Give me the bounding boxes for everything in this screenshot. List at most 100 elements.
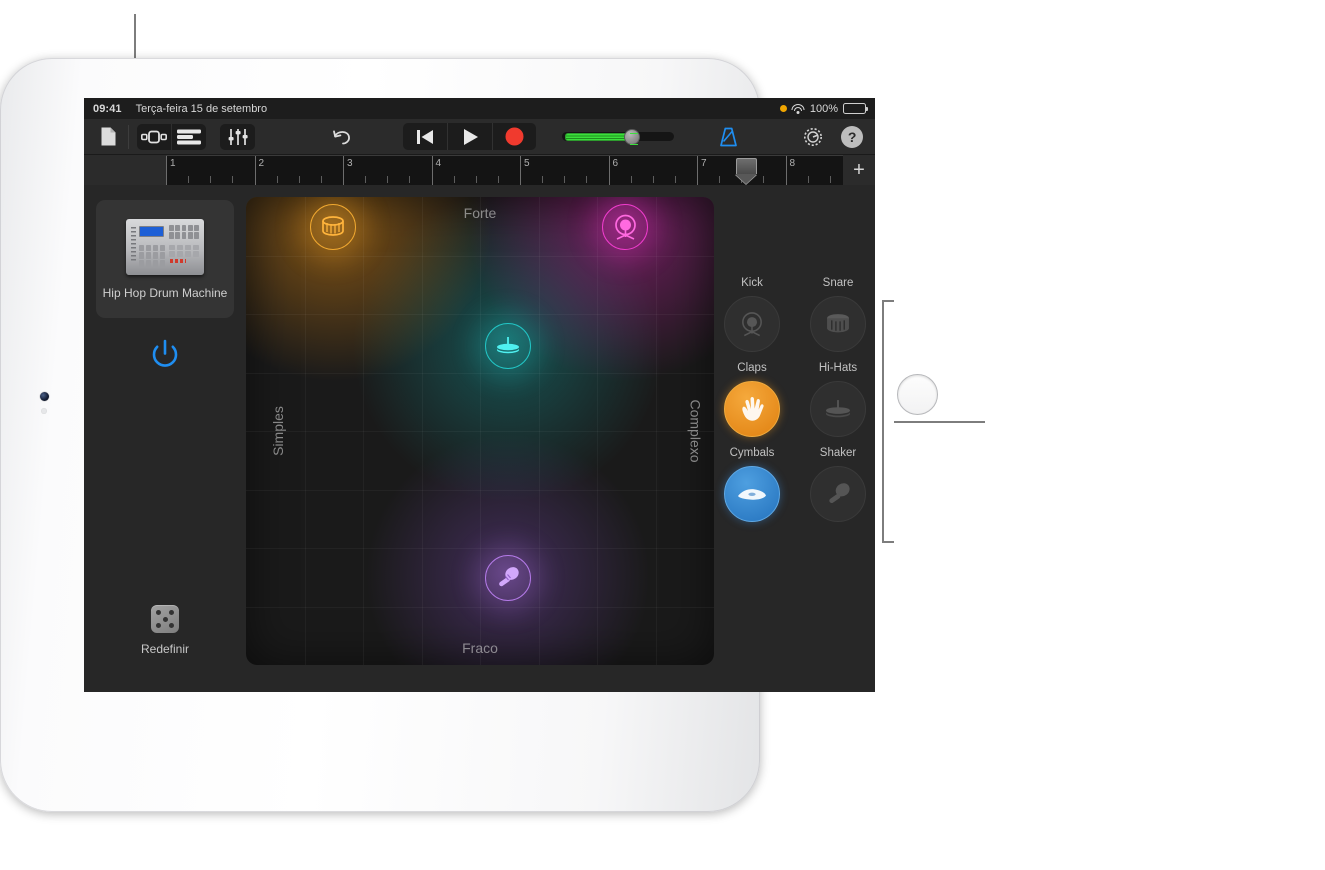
shaker-icon	[828, 482, 850, 503]
drum-part-label: Cymbals	[729, 447, 775, 459]
ruler-bar-number: 5	[524, 158, 530, 169]
front-camera-icon	[40, 392, 49, 401]
ruler-strip[interactable]: 1 2 3 4 5 6 7 8	[166, 155, 843, 185]
ruler-sub-tick	[453, 176, 455, 183]
xy-label-right: Complexo	[687, 399, 704, 463]
snare-drum-icon	[827, 313, 849, 332]
wifi-icon	[791, 103, 805, 114]
kick-drum-icon	[614, 215, 636, 241]
playhead[interactable]	[734, 158, 757, 184]
shaker-icon	[499, 567, 519, 587]
ruler-sub-tick	[542, 176, 544, 183]
mixer-icon[interactable]	[219, 123, 256, 150]
reset-label: Redefinir	[140, 642, 190, 656]
gear-icon[interactable]	[798, 124, 828, 150]
ruler-sub-tick	[674, 176, 676, 183]
drum-part-claps[interactable]: Claps	[724, 362, 780, 437]
main-work-area: Hip Hop Drum Machine Redefinir Forte Fra…	[84, 185, 875, 692]
xy-pad-wrapper: Forte Fraco Simples Complexo	[246, 185, 716, 692]
transport-controls	[402, 123, 537, 150]
xy-label-bottom: Fraco	[462, 640, 498, 656]
drum-part-shaker[interactable]: Shaker	[810, 447, 866, 522]
document-icon[interactable]	[92, 124, 126, 150]
garageband-toolbar: ?	[84, 119, 875, 155]
drum-part-label: Snare	[822, 277, 854, 289]
snare-drum-icon	[321, 216, 344, 237]
help-icon[interactable]: ?	[837, 124, 867, 150]
ruler-sub-tick	[232, 176, 234, 183]
record-icon[interactable]	[491, 123, 536, 150]
hand-clap-icon	[742, 397, 764, 421]
status-date: Terça-feira 15 de setembro	[135, 102, 268, 115]
hihat-puck[interactable]	[485, 322, 532, 369]
ruler-bar-number: 3	[347, 158, 353, 169]
power-button[interactable]	[148, 337, 182, 371]
ios-status-bar: 09:41 Terça-feira 15 de setembro 100%	[84, 98, 875, 119]
callout-bracket-right	[882, 300, 894, 543]
drum-part-label: Hi-Hats	[818, 362, 858, 374]
ruler-sub-tick	[497, 176, 499, 183]
volume-knob[interactable]	[624, 128, 641, 145]
xy-pad[interactable]: Forte Fraco Simples Complexo	[246, 197, 714, 665]
instrument-name: Hip Hop Drum Machine	[102, 285, 228, 300]
instrument-card[interactable]: Hip Hop Drum Machine	[96, 200, 234, 318]
ruler-sub-tick	[763, 176, 765, 183]
shaker-puck[interactable]	[485, 555, 532, 602]
ruler-sub-tick	[652, 176, 654, 183]
metronome-icon[interactable]	[714, 124, 744, 150]
ruler-bar-number: 4	[435, 158, 442, 169]
kick-drum-icon	[742, 312, 762, 337]
kick-puck[interactable]	[602, 204, 649, 251]
ruler-left-gutter	[84, 155, 166, 185]
drum-part-kick[interactable]: Kick	[724, 277, 780, 352]
drum-parts-grid: Kick Snare Claps Hi-Hats Cymbals Shaker	[716, 277, 874, 522]
play-icon[interactable]	[447, 123, 491, 150]
drum-part-snare[interactable]: Snare	[810, 277, 866, 352]
screenshot-root: 09:41 Terça-feira 15 de setembro 100% ? …	[0, 0, 1325, 870]
callout-line-right	[894, 421, 985, 423]
drum-parts-column: Kick Snare Claps Hi-Hats Cymbals Shaker	[716, 185, 874, 692]
timeline-ruler: 1 2 3 4 5 6 7 8 +	[84, 155, 875, 185]
battery-icon	[843, 103, 869, 114]
tracks-view-icon[interactable]	[171, 123, 206, 150]
ruler-bar-number: 1	[170, 158, 176, 169]
master-volume-slider[interactable]	[562, 128, 675, 145]
xy-label-top: Forte	[463, 205, 497, 221]
xy-label-left: Simples	[269, 406, 286, 456]
ruler-sub-tick	[719, 176, 721, 183]
hi-hat-icon	[825, 399, 851, 417]
instrument-column: Hip Hop Drum Machine Redefinir	[84, 185, 246, 692]
ruler-sub-tick	[210, 176, 212, 183]
drum-part-label: Claps	[737, 362, 767, 374]
add-section-button[interactable]: +	[843, 155, 875, 185]
ruler-bar-number: 8	[789, 158, 796, 169]
ruler-sub-tick	[564, 176, 566, 183]
ruler-sub-tick	[320, 176, 322, 183]
home-button[interactable]	[897, 374, 938, 415]
ruler-sub-tick	[586, 176, 588, 183]
toolbar-divider	[127, 124, 129, 149]
instrument-view-icon[interactable]	[137, 124, 172, 150]
help-glyph: ?	[841, 125, 864, 148]
ruler-sub-tick	[188, 176, 190, 183]
view-mode-group	[136, 123, 206, 150]
ruler-bar-number: 7	[701, 158, 707, 169]
reset-control[interactable]: Redefinir	[141, 605, 189, 656]
ruler-bar-number: 6	[612, 158, 619, 169]
device-screen: 09:41 Terça-feira 15 de setembro 100% ? …	[84, 98, 875, 692]
hi-hat-icon	[497, 336, 520, 354]
drum-part-cymbals[interactable]: Cymbals	[724, 447, 780, 522]
rewind-icon[interactable]	[403, 123, 447, 150]
ruler-sub-tick	[387, 176, 389, 183]
ambient-sensor-icon	[41, 408, 47, 414]
status-time: 09:41	[93, 102, 122, 115]
ruler-sub-tick	[630, 176, 632, 183]
ruler-sub-tick	[298, 176, 300, 183]
ruler-bar-number: 2	[258, 158, 265, 169]
snare-puck[interactable]	[309, 204, 356, 251]
ruler-sub-tick	[276, 176, 278, 183]
dice-icon[interactable]	[151, 605, 179, 633]
drum-part-hihats[interactable]: Hi-Hats	[810, 362, 866, 437]
drum-machine-thumbnail	[126, 218, 204, 275]
undo-icon[interactable]	[325, 124, 359, 150]
